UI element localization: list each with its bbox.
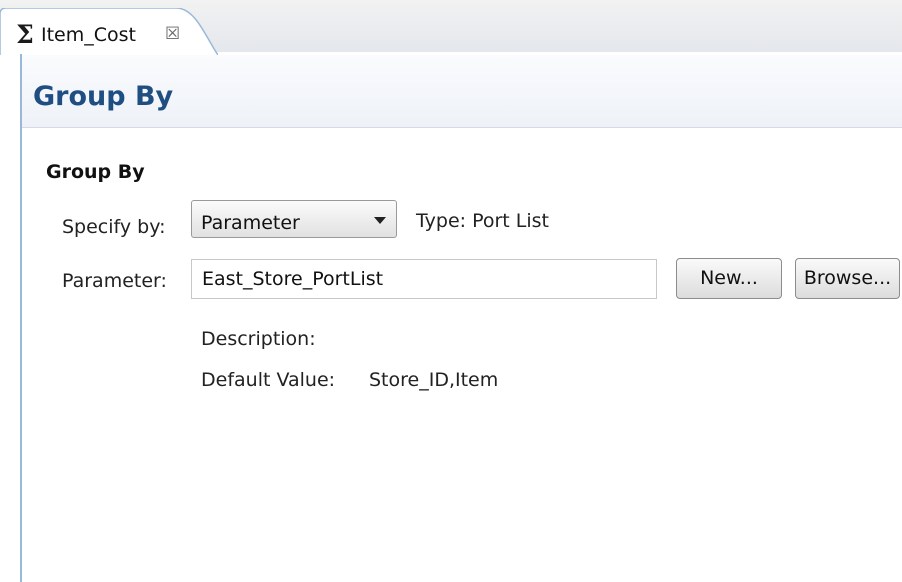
sigma-icon: Σ [16, 20, 34, 49]
tab-item-cost[interactable]: Σ Item_Cost ☒ [0, 8, 218, 55]
default-value: Store_ID,Item [369, 369, 499, 391]
parameter-label: Parameter: [62, 270, 167, 292]
default-value-label: Default Value: [201, 369, 336, 391]
browse-button[interactable]: Browse... [795, 258, 900, 299]
parameter-input[interactable] [191, 259, 657, 299]
tab-label: Item_Cost [41, 24, 136, 46]
specify-by-value: Parameter [201, 212, 300, 234]
description-label: Description: [201, 328, 316, 350]
section-title: Group By [46, 161, 145, 183]
specify-by-dropdown[interactable]: Parameter [191, 200, 397, 238]
specify-by-label: Specify by: [62, 216, 166, 238]
new-button[interactable]: New... [676, 258, 782, 299]
close-icon[interactable]: ☒ [165, 23, 180, 45]
page-title: Group By [33, 81, 174, 112]
type-text: Type: Port List [416, 210, 549, 232]
editor-border [20, 54, 22, 582]
chevron-down-icon [374, 217, 386, 224]
